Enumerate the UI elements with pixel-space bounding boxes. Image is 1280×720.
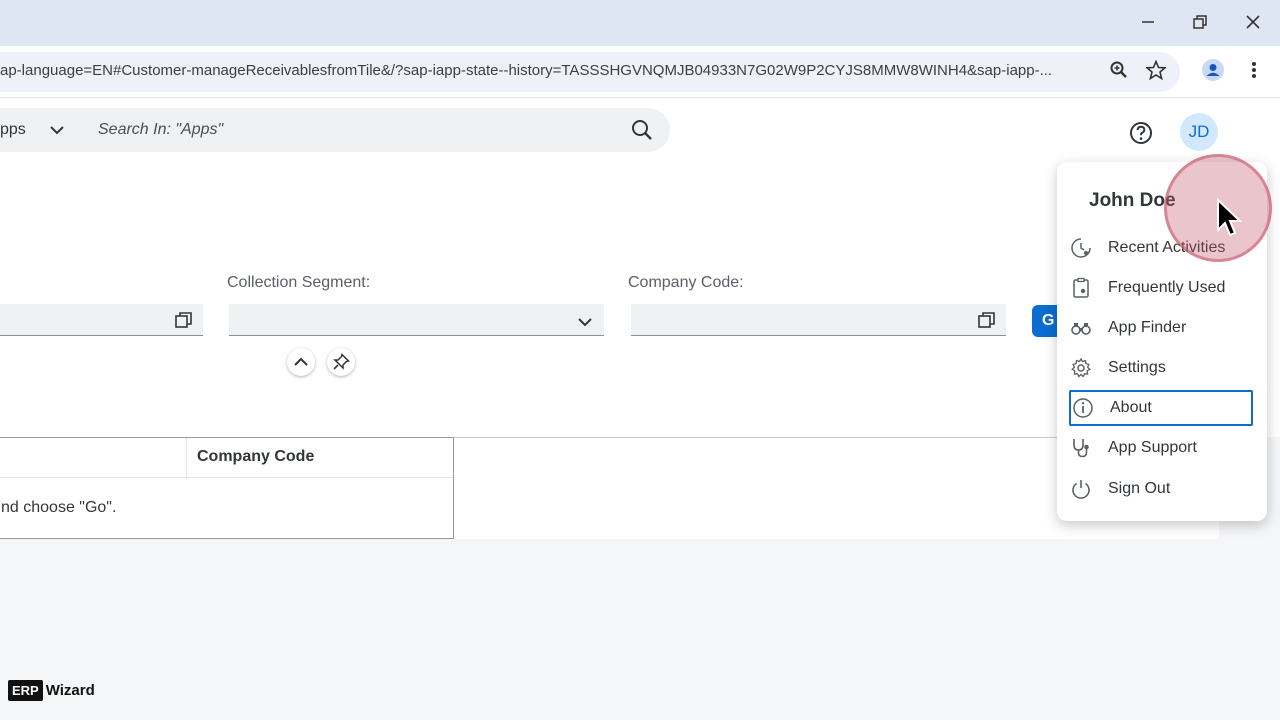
close-icon	[1246, 15, 1260, 29]
collection-segment-label: Collection Segment:	[227, 274, 371, 291]
menu-item-label: About	[1110, 399, 1152, 416]
address-bar: ap-language=EN#Customer-manageReceivable…	[0, 46, 1280, 98]
menu-item-label: Settings	[1108, 359, 1166, 376]
minimize-icon	[1142, 21, 1154, 23]
pin-header-button[interactable]	[327, 348, 355, 376]
pin-icon	[333, 353, 350, 370]
bookmark-star-icon[interactable]	[1144, 58, 1168, 82]
menu-item-label: Sign Out	[1108, 480, 1171, 497]
menu-item-label: App Support	[1108, 439, 1197, 456]
menu-item-settings[interactable]: Settings	[1069, 350, 1253, 386]
zoom-icon[interactable]	[1107, 58, 1131, 82]
profile-icon[interactable]	[1201, 58, 1225, 82]
settings-icon	[1069, 356, 1093, 380]
browser-menu-icon[interactable]	[1242, 58, 1266, 82]
search-input[interactable]: Search In: "Apps"	[80, 108, 670, 152]
stethoscope-icon	[1069, 436, 1093, 460]
company-code-input[interactable]	[631, 304, 1006, 336]
results-table: Company Code nd choose "Go".	[0, 437, 454, 539]
frequently-used-icon	[1069, 276, 1093, 300]
info-icon	[1071, 396, 1095, 420]
menu-item-about[interactable]: About	[1069, 390, 1253, 426]
column-header-company-code[interactable]: Company Code	[197, 448, 314, 466]
power-icon	[1069, 477, 1093, 501]
menu-item-sign-out[interactable]: Sign Out	[1069, 471, 1253, 507]
collapse-header-button[interactable]	[287, 348, 315, 376]
menu-item-frequently-used[interactable]: Frequently Used	[1069, 270, 1253, 306]
recent-activities-icon	[1069, 236, 1093, 260]
shell-bar: pps Search In: "Apps"	[0, 98, 1280, 164]
search-icon[interactable]	[630, 118, 654, 142]
value-help-icon[interactable]	[977, 310, 997, 330]
mouse-cursor-icon	[1217, 198, 1243, 237]
menu-item-label: App Finder	[1108, 319, 1187, 336]
app-finder-icon	[1069, 316, 1093, 340]
table-header: Company Code	[0, 438, 453, 478]
table-empty-message: nd choose "Go".	[1, 499, 117, 516]
menu-item-app-finder[interactable]: App Finder	[1069, 310, 1253, 346]
help-icon[interactable]	[1128, 120, 1154, 146]
company-code-label: Company Code:	[628, 274, 744, 291]
url-text[interactable]: ap-language=EN#Customer-manageReceivable…	[0, 62, 1095, 79]
logo-box: ERP	[8, 679, 43, 701]
value-help-icon[interactable]	[174, 310, 194, 330]
filter-input-left[interactable]	[0, 304, 203, 336]
user-avatar-button[interactable]: JD	[1180, 113, 1218, 151]
search-scope-select[interactable]: pps	[0, 108, 90, 152]
collection-segment-select[interactable]	[229, 304, 604, 336]
chevron-down-icon	[578, 318, 592, 327]
restore-icon	[1193, 15, 1207, 29]
search-placeholder: Search In: "Apps"	[98, 121, 224, 138]
chevron-down-icon	[50, 126, 64, 135]
chevron-up-icon	[294, 357, 308, 366]
user-name: John Doe	[1089, 190, 1176, 211]
menu-item-label: Frequently Used	[1108, 279, 1226, 296]
search-scope-label: pps	[0, 121, 26, 138]
erp-wizard-logo: ERP Wizard	[8, 679, 95, 701]
close-button[interactable]	[1233, 8, 1273, 36]
column-divider	[186, 438, 187, 478]
menu-item-app-support[interactable]: App Support	[1069, 430, 1253, 466]
logo-text: Wizard	[45, 681, 95, 699]
minimize-button[interactable]	[1128, 8, 1168, 36]
browser-titlebar	[0, 0, 1280, 46]
restore-button[interactable]	[1180, 8, 1220, 36]
